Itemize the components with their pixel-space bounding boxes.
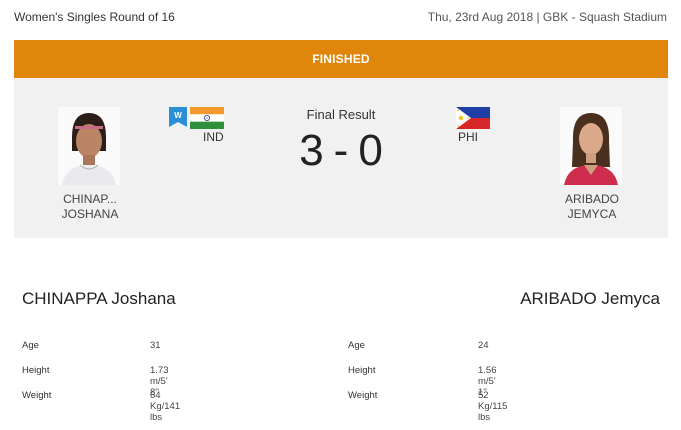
philippines-flag-icon: [456, 107, 490, 129]
stat-value: 52 Kg/115 lbs: [478, 390, 508, 423]
stat-label: Weight: [348, 390, 378, 401]
stat-value: 24: [478, 340, 489, 351]
stat-label: Age: [348, 340, 365, 351]
player-short-name-line1: ARIBADO: [564, 192, 619, 206]
player-photo-right: [560, 107, 622, 185]
stat-label: Age: [22, 340, 39, 351]
country-code-right: PHI: [458, 130, 479, 144]
athlete-photo-icon: [560, 107, 622, 185]
score-separator: -: [333, 126, 349, 175]
stat-label: Height: [22, 365, 50, 376]
match-status-banner: FINISHED: [14, 40, 668, 78]
score-left: 3: [299, 126, 324, 175]
match-result-panel: CHINAP... JOSHANA W IND Final Result 3-0: [14, 78, 668, 238]
player-short-name-left: CHINAP... JOSHANA: [30, 192, 150, 222]
stat-label: Height: [348, 365, 376, 376]
event-date-venue: Thu, 23rd Aug 2018 | GBK - Squash Stadiu…: [427, 10, 667, 24]
player-short-name-right: ARIBADO JEMYCA: [532, 192, 652, 222]
player-full-name-left: CHINAPPA Joshana: [22, 289, 176, 308]
stat-value: 64 Kg/141 lbs: [150, 390, 181, 423]
event-header: Women's Singles Round of 16 Thu, 23rd Au…: [0, 0, 681, 34]
stat-value: 31: [150, 340, 161, 351]
player-short-name-line2: JOSHANA: [61, 207, 119, 221]
player-short-name-line1: CHINAP...: [63, 192, 117, 206]
score-right: 0: [358, 126, 383, 175]
event-title: Women's Singles Round of 16: [14, 10, 175, 24]
player-short-name-line2: JEMYCA: [567, 207, 617, 221]
player-full-name-right: ARIBADO Jemyca: [520, 289, 660, 308]
stat-label: Weight: [22, 390, 52, 401]
